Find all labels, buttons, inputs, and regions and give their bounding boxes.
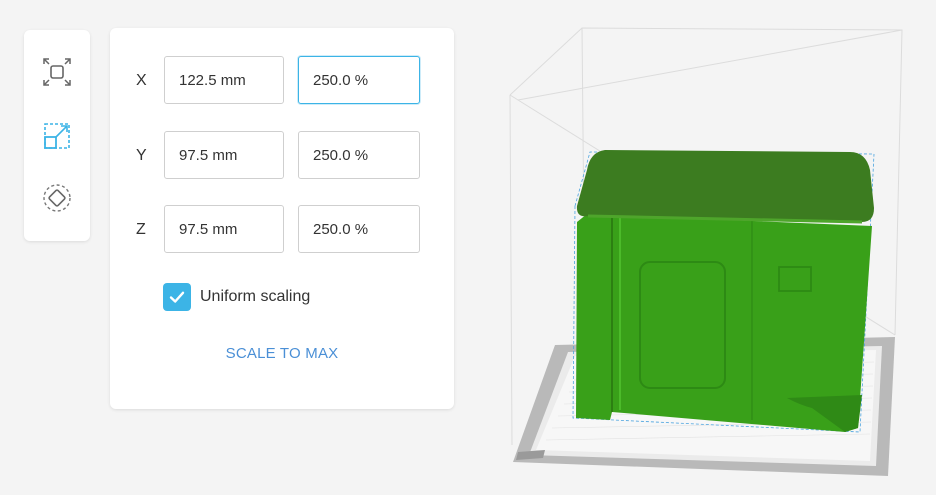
build-volume-scene xyxy=(509,27,903,476)
fit-view-icon xyxy=(43,58,71,86)
scale-tool-button[interactable] xyxy=(37,116,77,156)
z-size-input[interactable] xyxy=(164,205,284,253)
rotate-tool-button[interactable] xyxy=(37,178,77,218)
y-percent-input[interactable] xyxy=(298,131,420,179)
tool-sidebar xyxy=(24,30,90,241)
axis-label-x: X xyxy=(136,72,147,89)
scale-to-max-button[interactable]: SCALE TO MAX xyxy=(110,345,454,362)
z-percent-input[interactable] xyxy=(298,205,420,253)
checkmark-icon xyxy=(169,291,185,303)
y-size-input[interactable] xyxy=(164,131,284,179)
x-size-input[interactable] xyxy=(164,56,284,104)
uniform-scaling-checkbox[interactable] xyxy=(163,283,191,311)
scale-tool-icon xyxy=(44,123,70,149)
model-object[interactable] xyxy=(576,150,874,432)
fit-view-button[interactable] xyxy=(37,52,77,92)
axis-label-z: Z xyxy=(136,221,146,238)
rotate-tool-icon xyxy=(43,184,71,212)
uniform-scaling-label: Uniform scaling xyxy=(200,288,311,305)
uniform-scaling-toggle[interactable]: Uniform scaling xyxy=(163,282,310,312)
scale-panel: X Y Z Uniform scaling SCALE TO MAX xyxy=(110,28,454,409)
axis-label-y: Y xyxy=(136,147,147,164)
x-percent-input[interactable] xyxy=(298,56,420,104)
